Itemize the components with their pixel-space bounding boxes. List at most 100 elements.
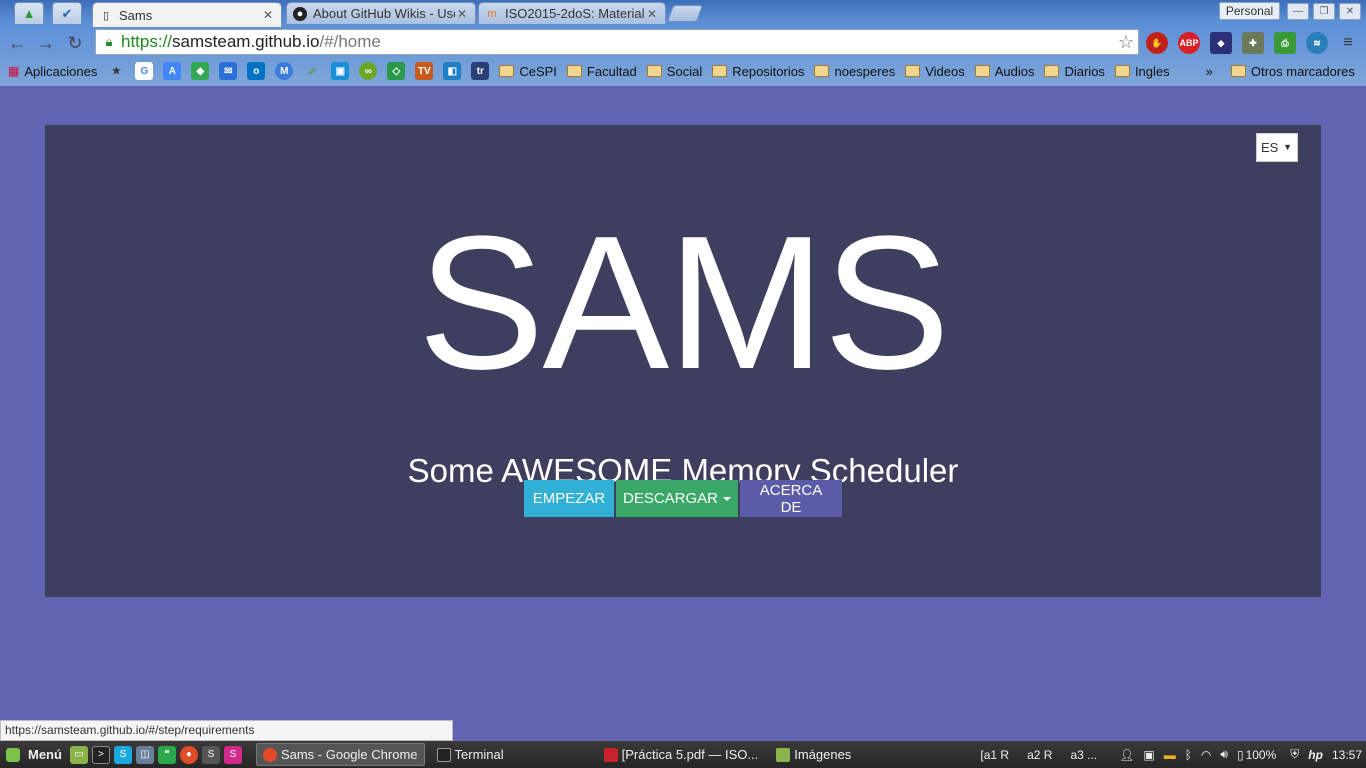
terminal-launcher-icon[interactable]: > (91, 745, 110, 764)
trello-icon[interactable]: tr (471, 62, 490, 80)
taskbar-window-imagenes[interactable]: Imágenes (770, 743, 857, 766)
caret-down-icon (723, 496, 732, 501)
drive-pinned-tab[interactable]: ▲ (14, 2, 44, 24)
tasks-pinned-tab[interactable]: ✔ (52, 2, 82, 24)
start-menu-button[interactable]: Menú (6, 747, 62, 762)
back-button[interactable]: ← (5, 31, 29, 55)
close-tab-icon[interactable]: ✕ (645, 7, 659, 21)
address-bar[interactable]: 🔒︎ https:// samsteam.github.io /#/home ☆ (95, 29, 1139, 55)
menu-label: Menú (28, 747, 62, 762)
close-window-button[interactable]: ✕ (1339, 3, 1361, 20)
motorola-icon[interactable]: M (275, 62, 294, 80)
forward-button[interactable]: → (34, 31, 58, 55)
bookmark-folder-ingles[interactable]: Ingles (1114, 64, 1170, 79)
tab-iso2015[interactable]: m ISO2015-2doS: Material ✕ (478, 2, 666, 24)
files-launcher-icon[interactable]: ▭ (69, 745, 88, 764)
bookmark-folder-facultad[interactable]: Facultad (566, 64, 637, 79)
bookmark-apps[interactable]: ▦ Aplicaciones (8, 64, 97, 79)
wifi-icon[interactable]: ≋ (1306, 32, 1328, 54)
window-title: Imágenes (794, 747, 852, 762)
adblock-icon[interactable]: ABP (1178, 32, 1200, 54)
close-tab-icon[interactable]: ✕ (455, 7, 469, 21)
volume-icon[interactable]: 🔊︎ (1220, 747, 1228, 762)
bookmark-folder-social[interactable]: Social (646, 64, 702, 79)
minimize-button[interactable]: — (1287, 3, 1309, 20)
tab-title: About GitHub Wikis - Use (313, 6, 455, 21)
menu-icon[interactable]: ≡ (1337, 32, 1359, 54)
link-icon[interactable]: ∞ (359, 62, 378, 80)
bookmarks-bar: ▦ Aplicaciones ★ G A ◆ ✉ o M ➶ ▣ ∞ ◇ TV … (0, 58, 1366, 84)
start-button[interactable]: EMPEZAR (524, 480, 614, 517)
action-buttons: EMPEZAR DESCARGAR ACERCA DE (524, 480, 842, 517)
workspace-1[interactable]: [a1 R (980, 748, 1009, 762)
bookmark-star-icon[interactable]: ☆ (1118, 32, 1134, 53)
reload-button[interactable]: ↻ (63, 31, 87, 55)
tab-sams[interactable]: ▯ Sams ✕ (92, 2, 282, 27)
folder-icon (646, 65, 662, 77)
restore-button[interactable]: ❐ (1313, 3, 1335, 20)
bookmark-folder-audios[interactable]: Audios (974, 64, 1034, 79)
tab-github-wikis[interactable]: ● About GitHub Wikis - Use ✕ (286, 2, 476, 24)
terminal-icon (436, 747, 451, 762)
bookmark-label: Videos (925, 63, 965, 79)
battery-level: 100% (1245, 747, 1277, 762)
about-button[interactable]: ACERCA DE (740, 480, 842, 517)
bluetooth-icon[interactable]: ᛒ (1185, 748, 1192, 762)
page-title: SAMS (417, 197, 950, 409)
github-icon: ● (293, 6, 307, 21)
star-icon[interactable]: ★ (107, 62, 125, 80)
hangouts-launcher-icon[interactable]: ❝ (157, 745, 176, 764)
print-icon[interactable]: ⎙ (1274, 32, 1296, 54)
window-title: Sams - Google Chrome (280, 747, 418, 762)
lock-icon: 🔒︎ (105, 34, 113, 49)
clock[interactable]: 13:57 (1332, 748, 1362, 762)
wappalyzer-icon[interactable]: ◆ (1210, 32, 1232, 54)
bookmark-folder-videos[interactable]: Videos (905, 64, 965, 79)
feedly-leaf-icon[interactable]: ◇ (387, 62, 406, 80)
chat-icon[interactable]: ◧ (443, 62, 462, 80)
taskbar-window-pdf[interactable]: [Práctica 5.pdf — ISO... (598, 743, 765, 766)
calendar-icon[interactable]: ▣ (331, 62, 350, 80)
battery-icon[interactable]: ▯ (1237, 748, 1244, 762)
hero-panel: ES ▼ SAMS Some AWESOME Memory Scheduler … (45, 125, 1321, 597)
new-tab-button[interactable] (666, 5, 704, 22)
bookmark-folder-noesperes[interactable]: noesperes (814, 64, 895, 79)
app-launcher-icon[interactable]: S (223, 745, 242, 764)
bookmark-folder-other[interactable]: Otros marcadores (1230, 64, 1355, 79)
clipboard-icon[interactable]: ▣ (1143, 748, 1154, 762)
drive-icon: ▲ (22, 6, 36, 21)
taskbar-window-terminal[interactable]: Terminal (431, 743, 510, 766)
browser-toolbar: ← → ↻ 🔒︎ https:// samsteam.github.io /#/… (0, 27, 1366, 58)
feedly-icon[interactable]: ➶ (303, 62, 321, 80)
close-tab-icon[interactable]: ✕ (261, 8, 275, 22)
bookmark-folder-diarios[interactable]: Diarios (1044, 64, 1105, 79)
taskbar-window-chrome[interactable]: Sams - Google Chrome (255, 743, 425, 766)
language-select[interactable]: ES ▼ (1256, 133, 1298, 162)
bookmarks-overflow-button[interactable]: » (1206, 64, 1213, 79)
translate-icon[interactable]: A (163, 62, 182, 80)
bookmark-label: noesperes (834, 63, 896, 79)
bookmark-folder-cespi[interactable]: CeSPI (499, 64, 557, 79)
stop-icon[interactable]: ✋ (1146, 32, 1168, 54)
hp-logo-icon[interactable]: hp (1308, 748, 1323, 762)
keyboard-layout-flag-icon[interactable]: ▬ (1164, 748, 1176, 762)
download-dropdown-button[interactable]: DESCARGAR (616, 480, 738, 517)
sublime-launcher-icon[interactable]: S (201, 745, 220, 764)
chrome-launcher-icon[interactable]: ● (179, 745, 198, 764)
screenshot-launcher-icon[interactable]: ◫ (135, 745, 154, 764)
google-icon[interactable]: G (135, 62, 154, 80)
maps-icon[interactable]: ◆ (191, 62, 210, 80)
puzzle-icon[interactable]: ✚ (1242, 32, 1264, 54)
inbox-icon[interactable]: ✉ (219, 62, 238, 80)
outlook-icon[interactable]: o (247, 62, 266, 80)
wifi-tray-icon[interactable]: ◠ (1201, 748, 1211, 762)
profile-button[interactable]: Personal (1219, 2, 1280, 20)
workspace-2[interactable]: a2 R (1027, 748, 1052, 762)
workspace-3[interactable]: a3 ... (1070, 748, 1097, 762)
tv-icon[interactable]: TV (415, 62, 434, 80)
user-icon[interactable]: 👤︎ (1119, 748, 1134, 762)
bookmark-folder-repositorios[interactable]: Repositorios (712, 64, 804, 79)
skype-launcher-icon[interactable]: S (113, 745, 132, 764)
url-host: samsteam.github.io (172, 32, 320, 51)
shield-icon[interactable]: ⛨ (1290, 747, 1299, 762)
